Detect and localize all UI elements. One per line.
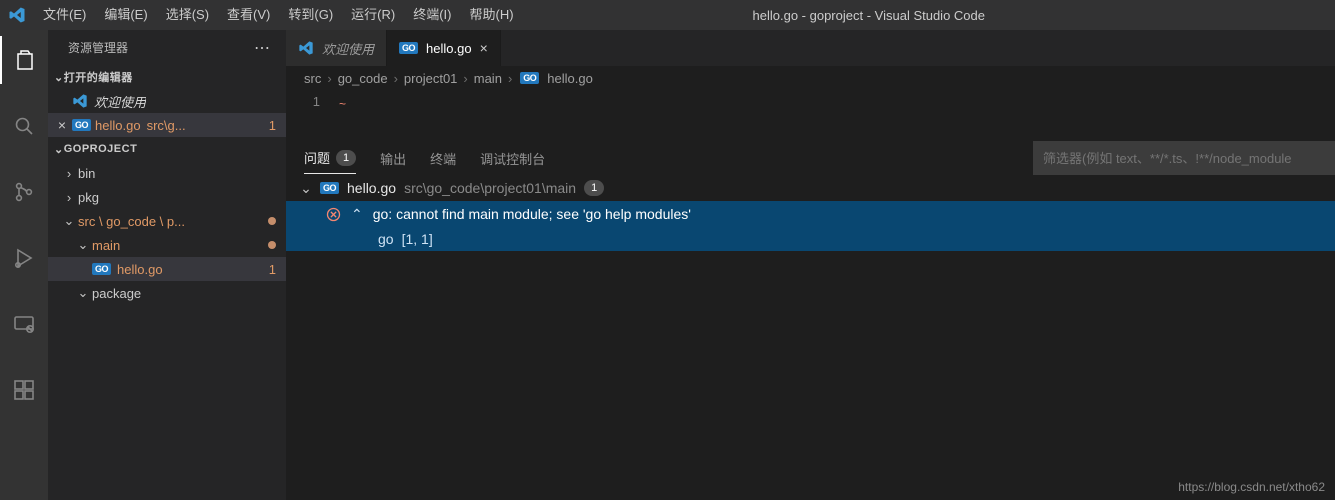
open-editors-section[interactable]: ⌄ 打开的编辑器 xyxy=(48,65,286,89)
open-editor-hello[interactable]: × hello.go src\g... 1 xyxy=(48,113,286,137)
menu-help[interactable]: 帮助(H) xyxy=(460,0,522,30)
folder-package[interactable]: ⌄ package xyxy=(48,281,286,305)
menu-terminal[interactable]: 终端(I) xyxy=(404,0,460,30)
problem-source-location[interactable]: go [1, 1] xyxy=(286,227,1335,251)
problems-file-row[interactable]: ⌄ hello.go src\go_code\project01\main 1 xyxy=(286,175,1335,201)
chevron-down-icon: ⌄ xyxy=(54,71,64,84)
problem-item[interactable]: ⌃ go: cannot find main module; see 'go h… xyxy=(286,201,1335,227)
folder-pkg[interactable]: › pkg xyxy=(48,185,286,209)
chevron-right-icon: › xyxy=(62,190,76,205)
menu-go[interactable]: 转到(G) xyxy=(279,0,342,30)
menu-bar: 文件(E) 编辑(E) 选择(S) 查看(V) 转到(G) 运行(R) 终端(I… xyxy=(34,0,523,30)
chevron-down-icon: ⌄ xyxy=(54,143,64,156)
panel-tab-debugconsole[interactable]: 调试控制台 xyxy=(480,149,545,168)
line-number: 1 xyxy=(286,94,320,109)
menu-run[interactable]: 运行(R) xyxy=(342,0,404,30)
bottom-panel: 问题 1 输出 终端 调试控制台 ⌄ hello.go src\go_code\… xyxy=(286,140,1335,500)
error-squiggle-icon: ~ xyxy=(339,97,346,111)
go-file-icon xyxy=(399,42,418,54)
folder-src-path[interactable]: ⌄ src \ go_code \ p... xyxy=(48,209,286,233)
editor-region: 欢迎使用 hello.go × src› go_code› project01›… xyxy=(286,30,1335,500)
activity-run-debug[interactable] xyxy=(0,234,48,282)
chevron-down-icon: ⌄ xyxy=(300,180,312,197)
activity-bar xyxy=(0,30,48,500)
activity-source-control[interactable] xyxy=(0,168,48,216)
vscode-small-icon xyxy=(298,40,314,56)
close-icon[interactable]: × xyxy=(54,117,70,133)
activity-remote[interactable] xyxy=(0,300,48,348)
title-bar: 文件(E) 编辑(E) 选择(S) 查看(V) 转到(G) 运行(R) 终端(I… xyxy=(0,0,1335,30)
file-hello-go[interactable]: hello.go 1 xyxy=(48,257,286,281)
panel-tab-problems[interactable]: 问题 1 xyxy=(304,148,356,174)
problem-count-badge: 1 xyxy=(269,118,276,133)
line-number-gutter: 1 xyxy=(286,90,334,140)
activity-search[interactable] xyxy=(0,102,48,150)
go-file-icon xyxy=(320,182,339,194)
editor-tabs: 欢迎使用 hello.go × xyxy=(286,30,1335,66)
tab-welcome[interactable]: 欢迎使用 xyxy=(286,30,387,66)
open-editor-welcome[interactable]: 欢迎使用 xyxy=(48,89,286,113)
menu-edit[interactable]: 编辑(E) xyxy=(95,0,156,30)
explorer-sidebar: 资源管理器 ⋯ ⌄ 打开的编辑器 欢迎使用 × hello.go src\g..… xyxy=(48,30,286,500)
window-title: hello.go - goproject - Visual Studio Cod… xyxy=(523,8,1335,23)
activity-explorer[interactable] xyxy=(0,36,48,84)
chevron-down-icon: ⌄ xyxy=(76,285,90,301)
menu-view[interactable]: 查看(V) xyxy=(218,0,279,30)
problems-list: ⌄ hello.go src\go_code\project01\main 1 … xyxy=(286,175,1335,500)
activity-extensions[interactable] xyxy=(0,366,48,414)
go-file-icon xyxy=(72,119,91,131)
problem-message: go: cannot find main module; see 'go hel… xyxy=(373,206,691,222)
breadcrumb[interactable]: src› go_code› project01› main› hello.go xyxy=(286,66,1335,90)
problems-count-badge: 1 xyxy=(336,150,356,166)
error-icon xyxy=(326,207,341,222)
project-section[interactable]: ⌄ GOPROJECT xyxy=(48,137,286,161)
tab-hello-go[interactable]: hello.go × xyxy=(387,30,501,66)
watermark-text: https://blog.csdn.net/xtho62 xyxy=(1178,480,1325,494)
code-area[interactable]: ~ xyxy=(334,90,1335,140)
chevron-down-icon: ⌄ xyxy=(76,237,90,253)
editor-body[interactable]: 1 ~ xyxy=(286,90,1335,140)
modified-dot-icon xyxy=(268,241,276,249)
problems-filter-input[interactable] xyxy=(1033,141,1335,175)
vscode-small-icon xyxy=(72,93,88,109)
vscode-logo-icon xyxy=(0,6,34,24)
modified-dot-icon xyxy=(268,217,276,225)
panel-tab-terminal[interactable]: 终端 xyxy=(430,149,456,168)
chevron-down-icon: ⌄ xyxy=(62,213,76,229)
panel-tab-output[interactable]: 输出 xyxy=(380,149,406,168)
menu-file[interactable]: 文件(E) xyxy=(34,0,95,30)
explorer-title: 资源管理器 xyxy=(68,39,128,56)
folder-bin[interactable]: › bin xyxy=(48,161,286,185)
explorer-more-icon[interactable]: ⋯ xyxy=(254,38,272,58)
chevron-right-icon: › xyxy=(62,166,76,181)
problems-file-count-badge: 1 xyxy=(584,180,604,196)
collapse-icon: ⌃ xyxy=(351,206,363,223)
close-icon[interactable]: × xyxy=(480,40,488,56)
problem-count-badge: 1 xyxy=(269,262,276,277)
go-file-icon xyxy=(520,72,539,84)
explorer-header: 资源管理器 ⋯ xyxy=(48,30,286,65)
menu-select[interactable]: 选择(S) xyxy=(157,0,218,30)
go-file-icon xyxy=(92,263,111,275)
folder-main[interactable]: ⌄ main xyxy=(48,233,286,257)
